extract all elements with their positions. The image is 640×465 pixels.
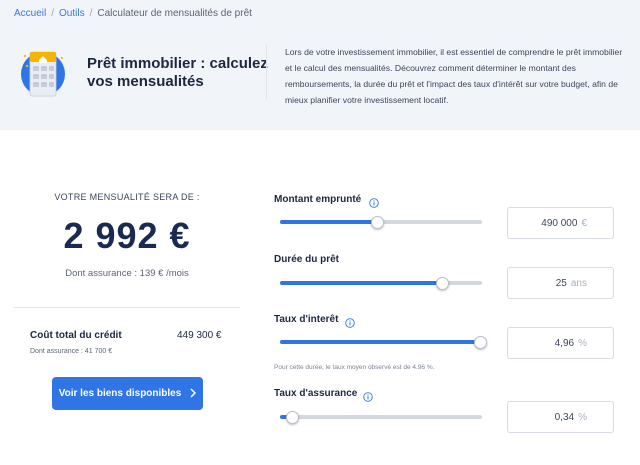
hero-description: Lors de votre investissement immobilier,… (285, 47, 623, 105)
slider-fill (280, 281, 442, 285)
interest-rate-value: 4,96 (554, 337, 575, 349)
interest-rate-info-icon[interactable] (345, 315, 355, 328)
page-title: Prêt immobilier : calculez vos mensualit… (87, 55, 268, 90)
view-properties-label: Voir les biens disponibles (58, 388, 182, 399)
insurance-rate-label: Taux d'assurance (274, 388, 358, 399)
insurance-rate-value: 0,34 (554, 411, 575, 423)
breadcrumb-home-link[interactable]: Accueil (14, 8, 46, 19)
amount-info-icon[interactable] (369, 195, 379, 208)
view-properties-button[interactable]: Voir les biens disponibles (52, 377, 203, 410)
breadcrumb-separator: / (89, 8, 93, 19)
duration-value: 25 (555, 277, 567, 289)
monthly-insurance-text: Dont assurance : 139 € /mois (65, 268, 189, 279)
monthly-payment-value: 2 992 € (63, 215, 191, 256)
slider-thumb[interactable] (473, 336, 487, 349)
insurance-rate-input[interactable]: 0,34 % (507, 401, 614, 433)
total-insurance-text: Dont assurance : 41 700 € (30, 348, 113, 355)
breadcrumb-current: Calculateur de mensualités de prêt (97, 8, 252, 19)
amount-input[interactable]: 490 000 € (507, 207, 614, 239)
interest-rate-unit: % (578, 337, 587, 349)
duration-slider[interactable] (280, 277, 482, 290)
total-cost-value: 449 300 € (177, 330, 222, 341)
amount-label: Montant emprunté (274, 194, 362, 205)
duration-input[interactable]: 25 ans (507, 267, 614, 299)
slider-fill (280, 220, 377, 224)
result-divider (14, 307, 240, 308)
amount-slider[interactable] (280, 216, 482, 229)
amount-value: 490 000 (541, 217, 578, 229)
calculator-house-icon (14, 44, 72, 98)
breadcrumb-tools-link[interactable]: Outils (59, 8, 85, 19)
slider-track (280, 415, 482, 419)
breadcrumb-separator: / (51, 8, 55, 19)
rate-hint: Pour cette durée, le taux moyen observé … (274, 364, 435, 371)
result-label: VOTRE MENSUALITÉ SERA DE : (54, 192, 200, 202)
slider-thumb[interactable] (286, 411, 300, 424)
interest-rate-slider[interactable] (280, 336, 487, 349)
duration-label: Durée du prêt (274, 254, 340, 265)
slider-thumb[interactable] (370, 216, 384, 229)
total-cost-label: Coût total du crédit (30, 330, 122, 341)
chevron-right-icon (190, 387, 197, 401)
slider-fill (280, 340, 480, 344)
insurance-rate-info-icon[interactable] (363, 389, 373, 402)
breadcrumb: Accueil / Outils / Calculateur de mensualité… (14, 8, 252, 19)
amount-unit: € (581, 217, 587, 229)
hero-divider (266, 44, 267, 100)
duration-unit: ans (570, 277, 587, 289)
insurance-rate-slider[interactable] (280, 411, 482, 424)
insurance-rate-unit: % (578, 411, 587, 423)
interest-rate-label: Taux d'interêt (274, 314, 339, 325)
interest-rate-input[interactable]: 4,96 % (507, 327, 614, 359)
slider-thumb[interactable] (435, 277, 449, 290)
